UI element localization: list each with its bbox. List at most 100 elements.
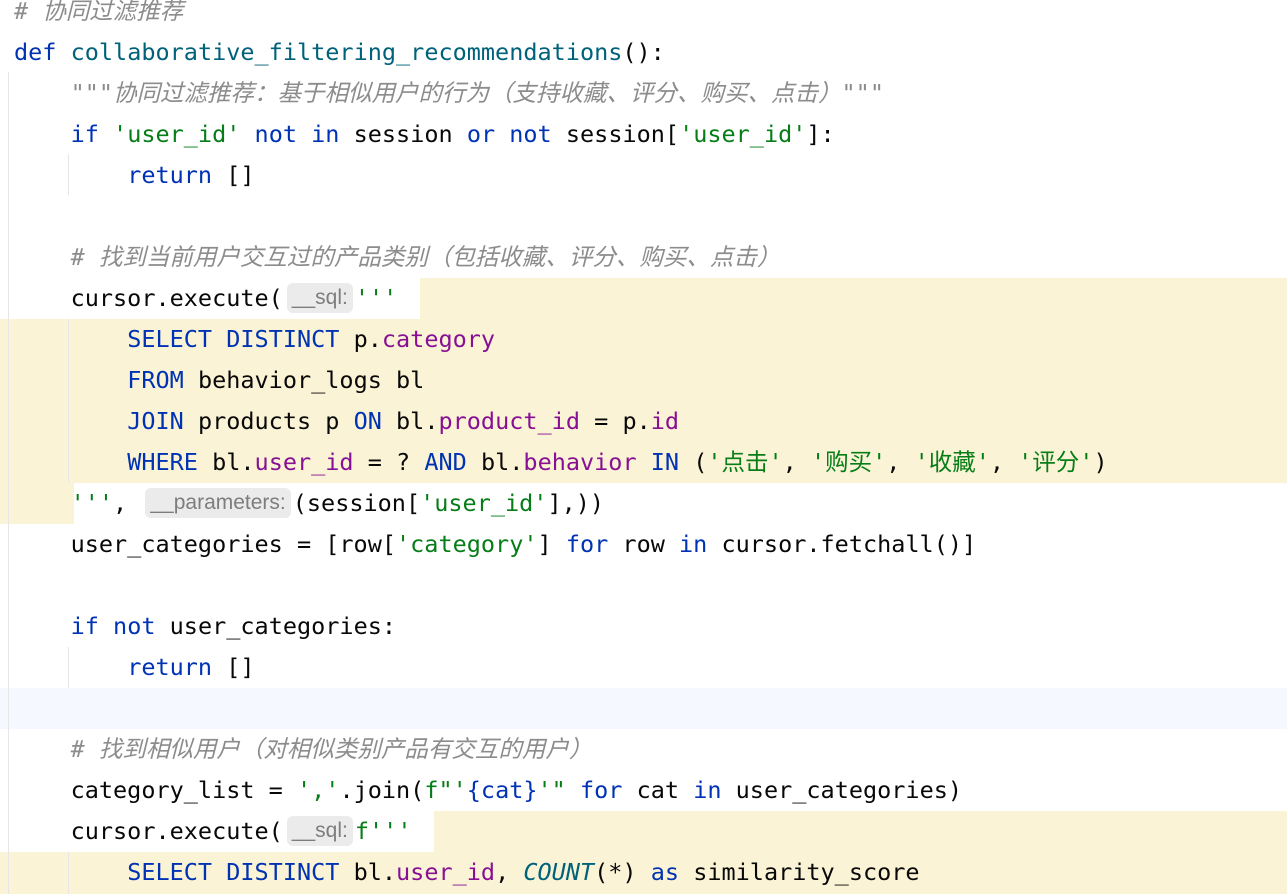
identifier: similarity_score [693,858,920,886]
keyword: in [311,120,340,148]
keyword: in [679,530,708,558]
indent-guide [8,72,9,894]
keyword: not [254,120,297,148]
punctuation: ( [693,448,708,476]
identifier: behavior_logs bl [197,366,425,394]
punctuation: ] [537,530,552,558]
keyword: return [127,653,213,681]
sql-function: COUNT [523,858,595,886]
code-line-assign: category_list = ','.join(f"'{cat}'" for … [14,770,962,811]
identifier: cursor.execute( [70,284,283,312]
string-literal: 'user_id' [113,120,241,148]
code-line-assign: user_categories = [row['category'] for r… [14,524,977,565]
identifier: cursor.fetchall()] [721,530,977,558]
sql-keyword: WHERE [127,448,198,476]
caret-line-highlight [0,688,1287,729]
string-literal: ''' [70,489,114,517]
identifier: user_categories = [row[ [70,530,397,558]
keyword: if [70,612,99,640]
keyword: or [466,120,496,148]
code-line-execute: cursor.execute(__sql: f''' [14,811,411,852]
comment-text: # 协同过滤推荐 [14,0,184,25]
code-line-return: return [] [14,155,255,196]
sql-column: user_id [254,448,354,476]
sql-string: '收藏' [914,448,990,476]
keyword: for [565,530,609,558]
punctuation: ],)) [547,489,605,517]
comment-text: # 找到相似用户（对相似类别产品有交互的用户） [70,735,593,763]
sql-injection-highlight [434,811,1287,852]
punctuation: , [113,489,128,517]
parameter-hint: __sql: [286,816,353,846]
sql-column: id [650,407,680,435]
string-literal: 'user_id' [420,489,548,517]
parameter-hint: __parameters: [145,488,291,518]
string-literal: 'user_id' [679,120,807,148]
keyword: in [693,776,722,804]
sql-keyword: IN [650,448,680,476]
code-line-comment: # 找到相似用户（对相似类别产品有交互的用户） [14,729,593,770]
punctuation: , [886,448,915,476]
string-literal: ',' [296,776,340,804]
sql-string: '评分' [1018,448,1094,476]
punctuation: [] [226,161,255,189]
identifier: cat [636,776,680,804]
sql-column: category [381,325,496,353]
sql-keyword: DISTINCT [226,858,340,886]
sql-keyword: ON [353,407,382,435]
code-line-comment: # 找到当前用户交互过的产品类别（包括收藏、评分、购买、点击） [14,237,781,278]
code-line-return: return [] [14,647,255,688]
identifier: bl. [212,448,255,476]
code-line-docstring: """协同过滤推荐：基于相似用户的行为（支持收藏、评分、购买、点击）""" [14,73,884,114]
identifier: category_list = [70,776,283,804]
keyword: not [509,120,552,148]
string-literal: 'category' [396,530,538,558]
code-editor[interactable]: # 协同过滤推荐 def collaborative_filtering_rec… [0,0,1287,894]
sql-keyword: FROM [127,366,184,394]
sql-keyword: DISTINCT [226,325,340,353]
identifier: session [353,120,453,148]
punctuation: (): [622,38,665,66]
code-line-sql: FROM behavior_logs bl [14,360,424,401]
identifier: cursor.execute( [70,817,283,845]
operator: = ? [367,448,411,476]
sql-keyword: SELECT [127,858,213,886]
punctuation: [] [226,653,255,681]
punctuation: (*) [594,858,637,886]
keyword: if [70,120,99,148]
code-line-sql: SELECT DISTINCT bl.user_id, COUNT(*) as … [14,852,920,893]
identifier: products p [197,407,340,435]
sql-string: '点击' [707,448,783,476]
code-line-if: if 'user_id' not in session or not sessi… [14,114,835,155]
string-literal: f''' [354,817,412,845]
identifier: p. [353,325,382,353]
punctuation: , [989,448,1019,476]
code-line-sql: SELECT DISTINCT p.category [14,319,495,360]
code-line-def: def collaborative_filtering_recommendati… [14,32,665,73]
punctuation: , [495,858,510,886]
identifier: row [622,530,665,558]
sql-keyword: as [650,858,680,886]
sql-keyword: AND [424,448,467,476]
keyword: return [127,161,213,189]
identifier: (session[ [292,489,421,517]
code-line-sql: WHERE bl.user_id = ? AND bl.behavior IN … [14,442,1107,483]
code-line-if: if not user_categories: [14,606,396,647]
identifier: bl. [480,448,524,476]
string-literal: ''' [354,284,398,312]
punctuation: , [782,448,811,476]
comment-text: # 找到当前用户交互过的产品类别（包括收藏、评分、购买、点击） [70,243,781,271]
code-line-sql: JOIN products p ON bl.product_id = p.id [14,401,679,442]
identifier: p. [622,407,651,435]
identifier: user_categories: [169,612,397,640]
sql-injection-highlight [420,278,1287,319]
code-line-comment: # 协同过滤推荐 [14,0,183,32]
function-name: collaborative_filtering_recommendations [70,38,623,66]
string-literal: f"' [424,776,467,804]
identifier: user_categories) [735,776,963,804]
operator: = [594,407,609,435]
sql-column: behavior [523,448,637,476]
keyword: not [113,612,156,640]
parameter-hint: __sql: [286,283,353,313]
sql-column: product_id [438,407,580,435]
